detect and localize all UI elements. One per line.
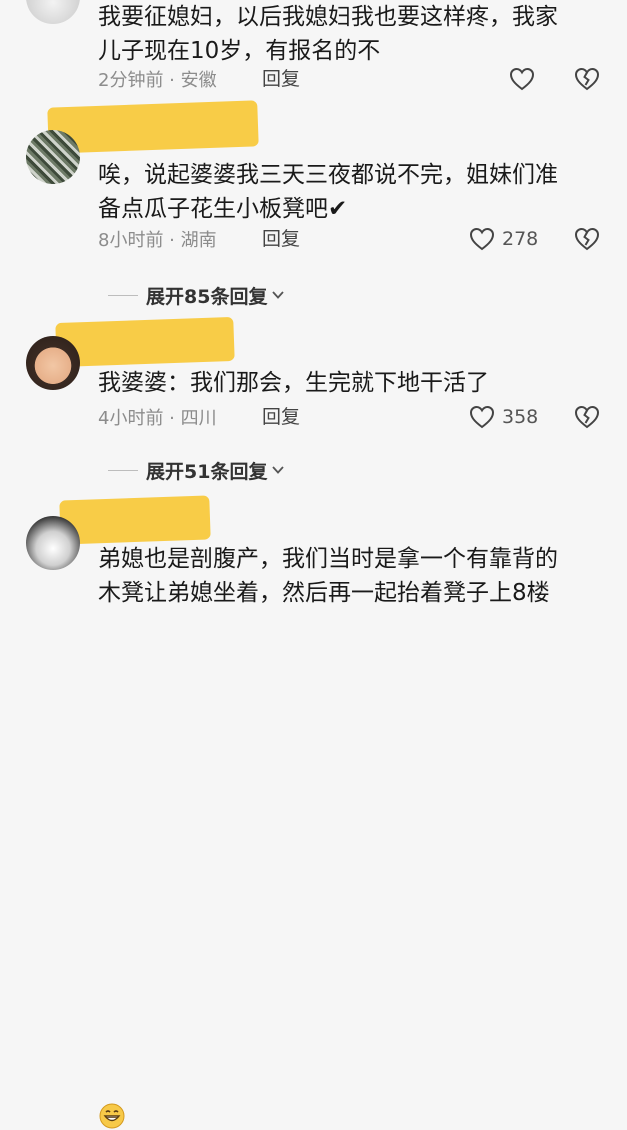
comment-text: 唉，说起婆婆我三天三夜都说不完，姐妹们准 备点瓜子花生小板凳吧✔	[98, 162, 558, 222]
divider	[108, 294, 138, 296]
expand-replies-button[interactable]: 展开85条回复	[108, 281, 285, 309]
chevron-down-icon	[272, 466, 285, 474]
comment-meta: 2分钟前 · 安徽	[98, 70, 217, 91]
avatar[interactable]	[26, 516, 80, 570]
comment-text: 弟媳也是剖腹产，我们当时是拿一个有靠背的 木凳让弟媳坐着，然后再一起抬着凳子上8…	[98, 546, 558, 606]
like-count: 278	[502, 228, 539, 250]
username-redacted	[55, 316, 235, 368]
avatar[interactable]	[26, 130, 80, 184]
comment-text: 我要征媳妇，以后我媳妇我也要这样疼，我家 儿子现在10岁，有报名的不	[98, 4, 558, 64]
reply-button[interactable]: 回复	[262, 404, 300, 430]
comment-text: 我婆婆：我们那会，生完就下地干活了	[98, 370, 489, 396]
reply-button[interactable]: 回复	[262, 226, 300, 252]
comment-meta: 8小时前 · 湖南	[98, 230, 217, 251]
comment-meta: 4小时前 · 四川	[98, 408, 217, 429]
like-button[interactable]: 278	[468, 224, 538, 254]
divider	[108, 469, 138, 471]
heart-outline-icon	[469, 227, 495, 251]
expand-replies-label: 展开85条回复	[146, 285, 268, 308]
like-button[interactable]	[508, 64, 536, 94]
username-redacted	[47, 100, 259, 154]
expand-replies-label: 展开51条回复	[146, 460, 268, 483]
broken-heart-icon[interactable]	[573, 65, 601, 93]
avatar[interactable]	[26, 336, 80, 390]
grinning-face-emoji	[99, 1103, 125, 1129]
chevron-down-icon	[272, 291, 285, 299]
like-button[interactable]: 358	[468, 402, 538, 432]
broken-heart-icon[interactable]	[573, 225, 601, 253]
username-redacted	[59, 495, 211, 545]
reply-button[interactable]: 回复	[262, 66, 300, 92]
expand-replies-button[interactable]: 展开51条回复	[108, 456, 285, 484]
heart-outline-icon	[469, 405, 495, 429]
avatar[interactable]	[26, 0, 80, 24]
broken-heart-icon[interactable]	[573, 403, 601, 431]
heart-outline-icon	[509, 67, 535, 91]
like-count: 358	[502, 406, 539, 428]
